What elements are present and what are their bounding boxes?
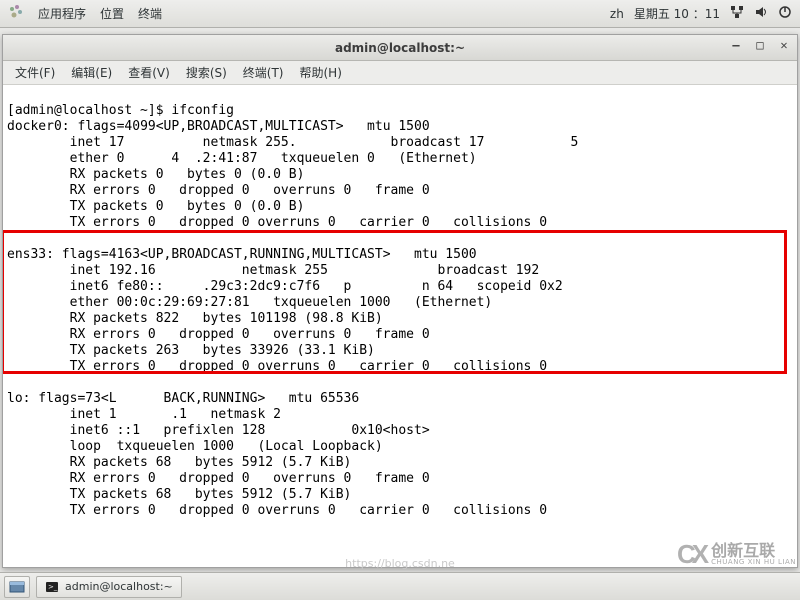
top-panel: 应用程序 位置 终端 zh 星期五 10 ：11 (0, 0, 800, 28)
prompt: [admin@localhost ~]$ (7, 103, 171, 118)
terminal-body[interactable]: [admin@localhost ~]$ ifconfig docker0: f… (3, 85, 797, 567)
clock[interactable]: 星期五 10 ：11 (634, 5, 720, 22)
bottom-panel: >_ admin@localhost:~ (0, 572, 800, 600)
menu-file[interactable]: 文件(F) (9, 62, 61, 83)
close-button[interactable]: ✕ (777, 38, 791, 52)
window-title: admin@localhost:~ (335, 41, 465, 55)
maximize-button[interactable]: □ (753, 38, 767, 52)
brand-logo-icon: CX (677, 539, 705, 570)
taskbar-item-terminal[interactable]: >_ admin@localhost:~ (36, 576, 182, 598)
highlight-annotation (3, 230, 787, 374)
power-icon[interactable] (778, 5, 792, 22)
menu-help[interactable]: 帮助(H) (294, 62, 348, 83)
iface-lo: lo: (7, 391, 30, 406)
menu-places[interactable]: 位置 (100, 5, 124, 22)
minimize-button[interactable]: – (729, 38, 743, 52)
menu-search[interactable]: 搜索(S) (180, 62, 233, 83)
command: ifconfig (171, 103, 234, 118)
csdn-watermark: https://blog.csdn.ne (345, 557, 455, 570)
foot-icon (8, 4, 24, 23)
show-desktop-button[interactable] (4, 576, 30, 598)
brand-watermark: CX 创新互联 CHUANG XIN HU LIAN (677, 539, 796, 570)
terminal-window: admin@localhost:~ – □ ✕ 文件(F) 编辑(E) 查看(V… (2, 34, 798, 568)
menu-edit[interactable]: 编辑(E) (65, 62, 118, 83)
volume-icon[interactable] (754, 5, 768, 22)
menu-view[interactable]: 查看(V) (122, 62, 176, 83)
network-icon[interactable] (730, 5, 744, 22)
titlebar[interactable]: admin@localhost:~ – □ ✕ (3, 35, 797, 61)
menu-terminal[interactable]: 终端 (138, 5, 162, 22)
menubar: 文件(F) 编辑(E) 查看(V) 搜索(S) 终端(T) 帮助(H) (3, 61, 797, 85)
input-method-indicator[interactable]: zh (610, 7, 624, 21)
iface-docker0: docker0: (7, 119, 70, 134)
taskbar-item-label: admin@localhost:~ (65, 580, 173, 593)
svg-text:>_: >_ (48, 583, 58, 591)
menu-applications[interactable]: 应用程序 (38, 5, 86, 22)
menu-terminal-opts[interactable]: 终端(T) (237, 62, 290, 83)
